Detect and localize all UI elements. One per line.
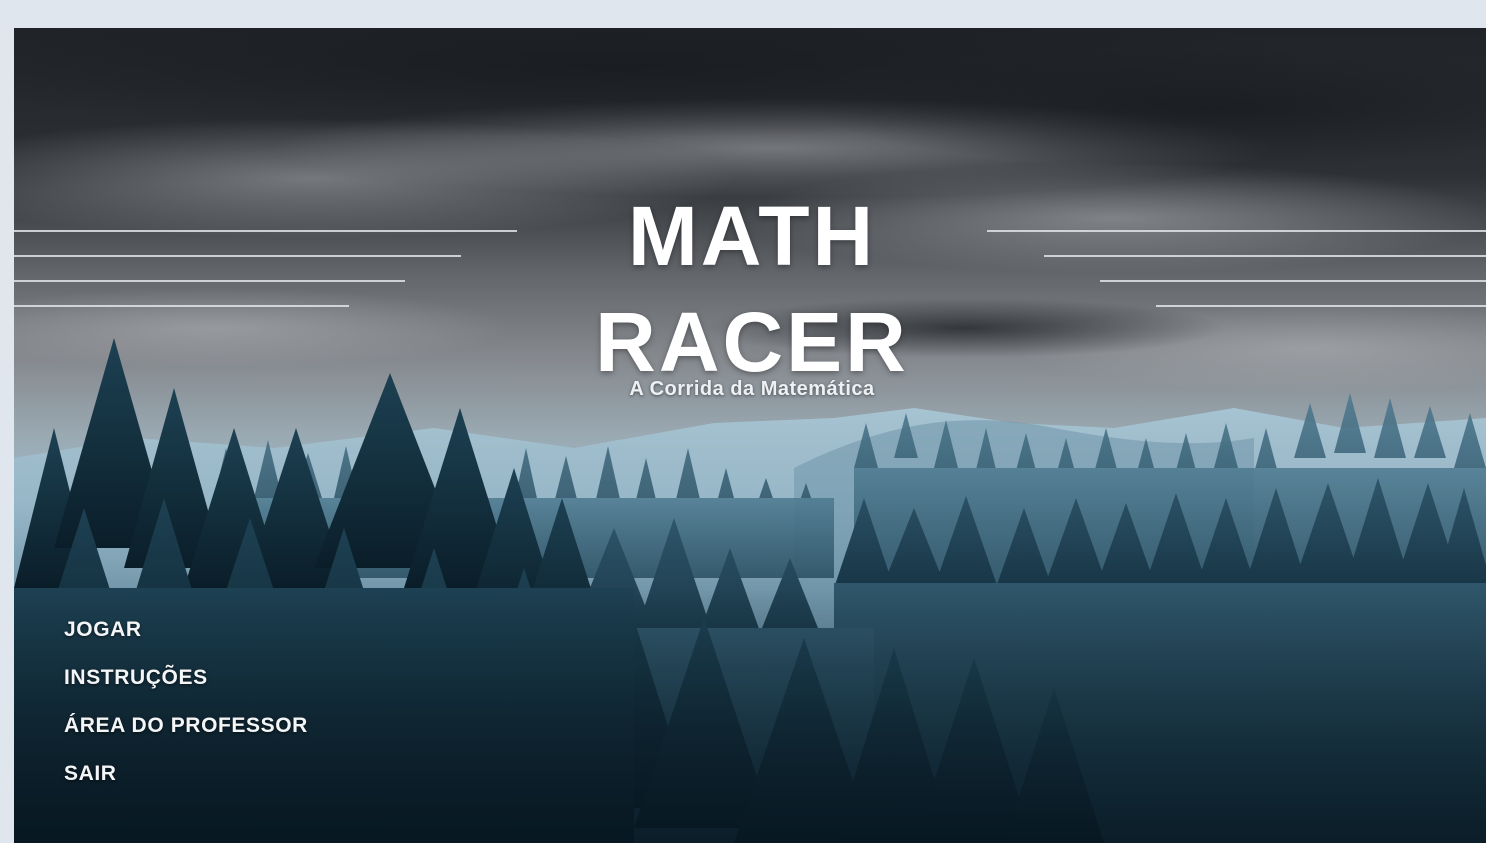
main-menu: JOGAR INSTRUÇÕES ÁREA DO PROFESSOR SAIR <box>64 614 308 806</box>
decorative-line-right-1 <box>987 230 1486 232</box>
game-title-line1: MATH <box>627 189 877 283</box>
decorative-line-right-4 <box>1156 305 1486 307</box>
game-logo: MATH RACER A Corrida da Matemática <box>582 188 922 401</box>
game-title-line2: RACER <box>595 295 909 389</box>
decorative-line-left-1 <box>14 230 517 232</box>
decorative-line-left-2 <box>14 255 461 257</box>
game-subtitle: A Corrida da Matemática <box>629 378 875 400</box>
decorative-line-right-2 <box>1044 255 1486 257</box>
menu-item-sair[interactable]: SAIR <box>64 758 308 806</box>
game-viewport: MATH RACER A Corrida da Matemática JOGAR… <box>14 28 1486 843</box>
menu-item-jogar[interactable]: JOGAR <box>64 614 308 662</box>
decorative-line-left-4 <box>14 305 349 307</box>
menu-item-area-do-professor[interactable]: ÁREA DO PROFESSOR <box>64 710 308 758</box>
decorative-line-right-3 <box>1100 280 1486 282</box>
decorative-line-left-3 <box>14 280 405 282</box>
menu-item-instrucoes[interactable]: INSTRUÇÕES <box>64 662 308 710</box>
